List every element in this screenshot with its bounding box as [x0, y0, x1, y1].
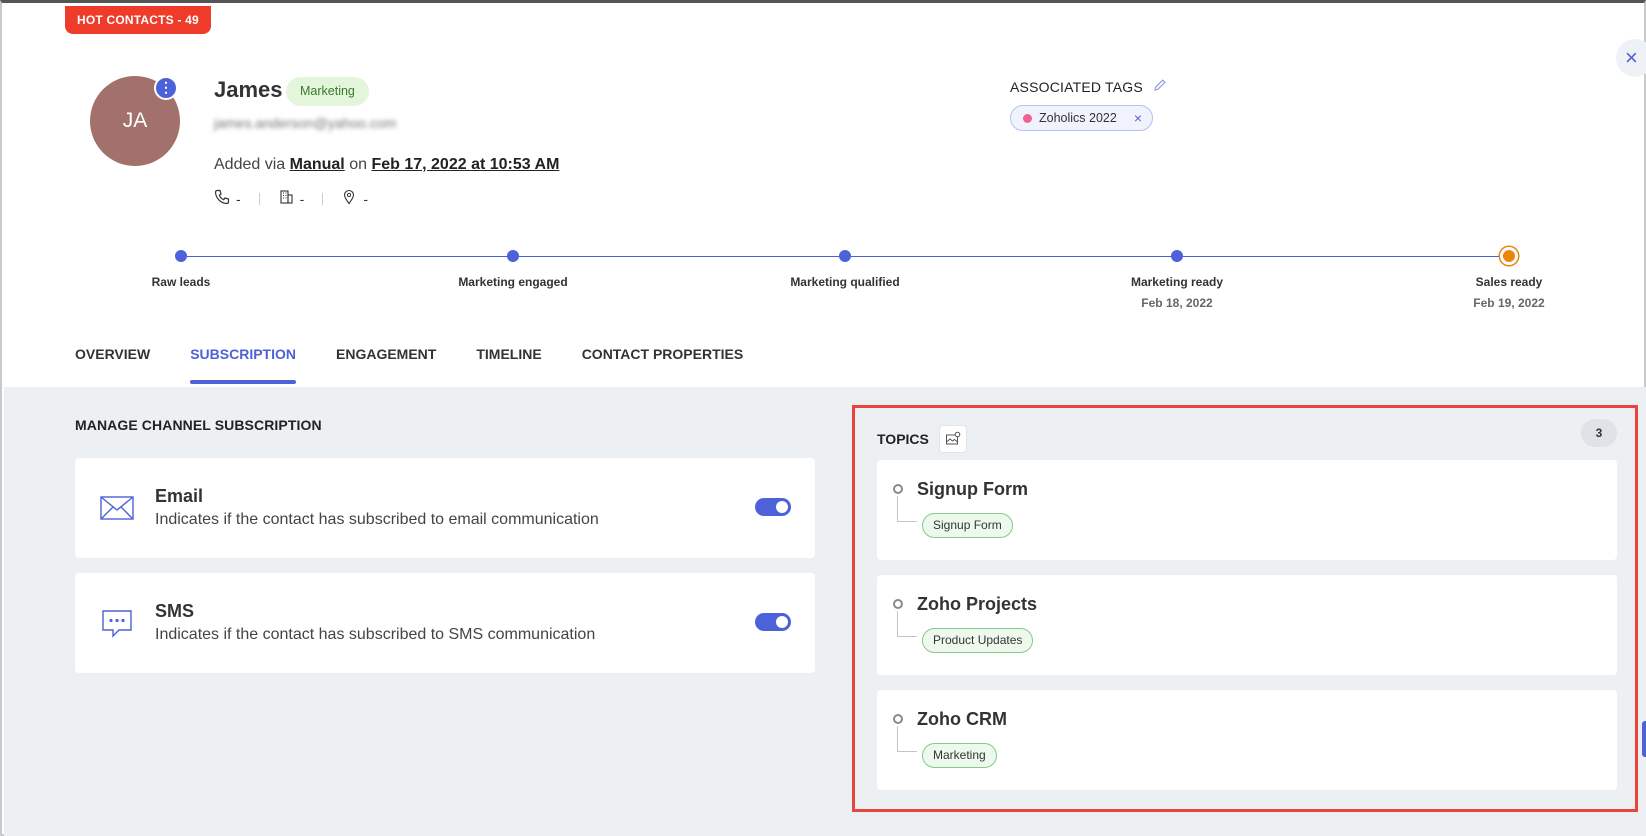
close-button[interactable]: ×: [1616, 39, 1646, 77]
sms-icon: [99, 605, 135, 641]
tag-color-dot: [1023, 113, 1032, 123]
tree-branch: [897, 726, 917, 752]
lifecycle-stage: Raw leads: [81, 250, 281, 289]
contact-info-row: - - -: [214, 189, 368, 208]
topic-name: Zoho CRM: [917, 709, 1007, 729]
tag-label: Zoholics 2022: [1039, 111, 1117, 125]
added-source-link[interactable]: Manual: [290, 156, 345, 173]
stage-label: Raw leads: [151, 275, 211, 289]
tree-branch: [897, 496, 917, 522]
stage-label: Marketing ready: [1130, 275, 1224, 289]
channel-subscription-title: MANAGE CHANNEL SUBSCRIPTION: [75, 417, 322, 433]
topic-name: Zoho Projects: [917, 594, 1038, 614]
added-on-word: on: [349, 156, 367, 173]
tree-branch: [897, 611, 917, 637]
lifecycle-stage: Marketing ready Feb 18, 2022: [1077, 250, 1277, 310]
added-via-line: Added via Manual on Feb 17, 2022 at 10:5…: [214, 156, 559, 174]
company-info: -: [278, 189, 305, 208]
associated-tags-header: ASSOCIATED TAGS: [1010, 78, 1167, 95]
divider: [322, 192, 324, 205]
pencil-edit-icon[interactable]: [1153, 78, 1167, 95]
building-icon: [278, 189, 294, 208]
manage-topics-icon[interactable]: [938, 425, 967, 453]
contact-detail-window: HOT CONTACTS - 49 × JA ⋮ James Marketing…: [0, 0, 1646, 836]
tab-engagement[interactable]: ENGAGEMENT: [336, 346, 436, 378]
stage-dot: [175, 250, 187, 262]
channel-name: Email: [155, 486, 204, 506]
channel-card-sms: SMS Indicates if the contact has subscri…: [75, 573, 815, 673]
topic-bullet-icon: [893, 599, 903, 609]
topic-card: Signup Form Signup Form: [877, 460, 1617, 560]
topics-title: TOPICS: [877, 431, 929, 447]
channel-description: Indicates if the contact has subscribed …: [155, 511, 599, 528]
current-stage-dot: [1500, 247, 1518, 265]
divider: [258, 192, 260, 205]
stage-label: Sales ready: [1475, 275, 1543, 289]
tab-timeline[interactable]: TIMELINE: [476, 346, 541, 378]
segment-badge: Marketing: [286, 77, 369, 106]
side-scroll-handle[interactable]: [1642, 721, 1646, 757]
topic-chip: Marketing: [922, 743, 997, 768]
sms-subscription-toggle[interactable]: [755, 613, 791, 631]
location-value: -: [363, 190, 369, 207]
lifecycle-stage: Marketing engaged: [413, 250, 613, 289]
location-info: -: [341, 189, 368, 208]
topic-card: Zoho CRM Marketing: [877, 690, 1617, 790]
stage-dot: [507, 250, 519, 262]
tab-contact-properties[interactable]: CONTACT PROPERTIES: [582, 346, 744, 378]
topic-chip: Product Updates: [922, 628, 1034, 653]
tab-overview[interactable]: OVERVIEW: [75, 346, 150, 378]
tab-subscription[interactable]: SUBSCRIPTION: [190, 346, 296, 384]
added-prefix: Added via: [214, 156, 286, 173]
topic-bullet-icon: [893, 714, 903, 724]
location-pin-icon: [341, 189, 357, 208]
envelope-icon: [99, 490, 135, 526]
topic-chip: Signup Form: [922, 513, 1013, 538]
channel-description: Indicates if the contact has subscribed …: [155, 626, 596, 643]
hot-contacts-badge[interactable]: HOT CONTACTS - 49: [65, 6, 211, 34]
topics-header: TOPICS: [877, 425, 967, 453]
stage-label: Marketing engaged: [458, 275, 568, 289]
email-subscription-toggle[interactable]: [755, 498, 791, 516]
lifecycle-stage: Marketing qualified: [745, 250, 945, 289]
tag-chip[interactable]: Zoholics 2022 ×: [1010, 105, 1154, 131]
added-date-link[interactable]: Feb 17, 2022 at 10:53 AM: [371, 156, 559, 173]
associated-tags-title: ASSOCIATED TAGS: [1010, 78, 1143, 95]
phone-value: -: [236, 190, 241, 207]
topic-bullet-icon: [893, 484, 903, 494]
stage-dot: [1171, 250, 1183, 262]
phone-icon: [214, 189, 230, 208]
stage-date: Feb 18, 2022: [1141, 296, 1213, 310]
topics-panel-highlight: TOPICS 3 Signup Form Signup Form Zoho Pr…: [852, 405, 1638, 812]
phone-info: -: [214, 189, 241, 208]
stage-date: Feb 19, 2022: [1473, 296, 1545, 310]
topic-card: Zoho Projects Product Updates: [877, 575, 1617, 675]
contact-email: james.anderson@yahoo.com: [214, 115, 397, 131]
stage-label: Marketing qualified: [790, 275, 900, 289]
topic-name: Signup Form: [917, 479, 1028, 499]
close-icon[interactable]: ×: [1134, 110, 1142, 126]
topics-count-badge: 3: [1581, 419, 1617, 447]
avatar-menu-button[interactable]: ⋮: [154, 76, 178, 100]
stage-dot: [839, 250, 851, 262]
lifecycle-stage-current: Sales ready Feb 19, 2022: [1409, 247, 1609, 310]
tab-bar: OVERVIEW SUBSCRIPTION ENGAGEMENT TIMELIN…: [75, 346, 744, 384]
channel-name: SMS: [155, 601, 195, 621]
contact-name: James: [214, 77, 283, 102]
channel-card-email: Email Indicates if the contact has subsc…: [75, 458, 815, 558]
company-value: -: [299, 190, 305, 207]
